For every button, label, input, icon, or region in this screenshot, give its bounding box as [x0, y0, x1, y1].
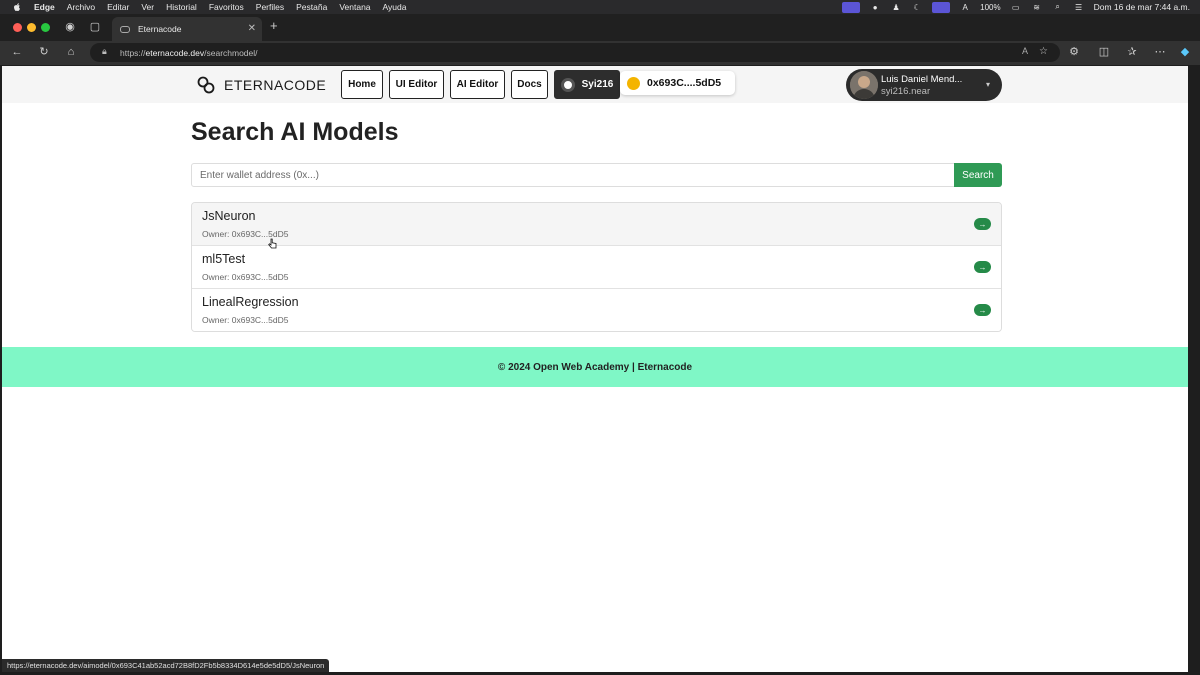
footer-copyright: © 2024 Open Web Academy | Eternacode [497, 361, 693, 373]
menu-ver[interactable]: Ver [141, 2, 154, 12]
avatar-photo-icon [850, 71, 878, 99]
model-name[interactable]: ml5Test [202, 252, 245, 266]
site-footer: © 2024 Open Web Academy | Eternacode [2, 347, 1188, 387]
nav-ai-editor-button[interactable]: AI Editor [450, 70, 505, 99]
url-scheme: https:// [120, 47, 146, 58]
web-page: ETERNACODE Home UI Editor AI Editor Docs… [2, 66, 1188, 672]
clock[interactable]: Dom 16 de mar 7:44 a.m. [1094, 2, 1190, 12]
open-model-arrow-icon[interactable]: → [974, 304, 991, 316]
address-bar[interactable]: 🔒︎ https://eternacode.dev/searchmodel/ A… [90, 43, 1060, 62]
nav-ui-editor-button[interactable]: UI Editor [389, 70, 444, 99]
lock-icon[interactable]: 🔒︎ [102, 46, 107, 57]
brand[interactable]: ETERNACODE [196, 75, 326, 95]
menu-archivo[interactable]: Archivo [67, 2, 95, 12]
open-model-arrow-icon[interactable]: → [974, 218, 991, 230]
model-row-linealregression[interactable]: LinealRegression Owner: 0x693C...5dD5 → [192, 289, 1001, 331]
status-app-icon[interactable]: ● [869, 2, 881, 12]
search-button[interactable]: Search [954, 163, 1002, 187]
model-row-jsneuron[interactable]: JsNeuron Owner: 0x693C...5dD5 → [192, 203, 1001, 246]
open-model-arrow-icon[interactable]: → [974, 261, 991, 273]
window-edge [1188, 66, 1200, 675]
favicon-icon [120, 25, 130, 33]
model-owner: Owner: 0x693C...5dD5 [202, 272, 289, 282]
model-list: JsNeuron Owner: 0x693C...5dD5 → ml5Test … [191, 202, 1002, 332]
browser-tabstrip: ◉ ▢ Eternacode ✕ + [0, 14, 1200, 41]
browser-toolbar: ← ↻ ⌂ 🔒︎ https://eternacode.dev/searchmo… [0, 41, 1200, 65]
wifi-icon[interactable]: ≋ [1031, 2, 1043, 12]
user-status-icon[interactable]: ♟ [890, 2, 902, 12]
menu-ayuda[interactable]: Ayuda [383, 2, 407, 12]
tab-title: Eternacode [138, 24, 182, 34]
user-name: Luis Daniel Mend... [881, 74, 963, 85]
back-icon[interactable]: ← [10, 45, 24, 59]
user-account: syi216.near [881, 86, 931, 97]
url-host: eternacode.dev [145, 47, 205, 58]
battery-icon[interactable]: ▭ [1010, 2, 1022, 12]
url-path: /searchmodel/ [204, 47, 258, 58]
syi-logo-icon [560, 77, 575, 92]
spotlight-search-icon[interactable]: ⌕ [1052, 2, 1064, 12]
menu-perfiles[interactable]: Perfiles [256, 2, 284, 12]
menu-editar[interactable]: Editar [107, 2, 129, 12]
more-options-icon[interactable]: ⋯ [1153, 45, 1167, 59]
model-name[interactable]: JsNeuron [202, 209, 256, 223]
site-header: ETERNACODE Home UI Editor AI Editor Docs… [2, 66, 1188, 103]
wallet-button[interactable]: 0x693C....5dD5 [620, 71, 735, 95]
tab-eternacode[interactable]: Eternacode ✕ [112, 17, 262, 41]
new-tab-icon[interactable]: + [270, 18, 278, 33]
favorites-icon[interactable]: ✰ [1125, 45, 1139, 59]
model-row-ml5test[interactable]: ml5Test Owner: 0x693C...5dD5 → [192, 246, 1001, 289]
pointer-cursor-icon [268, 238, 277, 249]
nav-home-button[interactable]: Home [341, 70, 383, 99]
wallet-search-input[interactable] [191, 163, 955, 187]
macos-menubar: Edge Archivo Editar Ver Historial Favori… [0, 0, 1200, 14]
profile-icon[interactable]: ◉ [63, 20, 77, 34]
link-status-bar: https://eternacode.dev/aimodel/0x693C41a… [2, 659, 330, 672]
minimize-window-button[interactable] [27, 23, 36, 32]
close-window-button[interactable] [13, 23, 22, 32]
wallet-address: 0x693C....5dD5 [647, 77, 722, 89]
nav-docs-button[interactable]: Docs [511, 70, 548, 99]
apple-icon[interactable] [12, 2, 22, 12]
nav-syi-label: Syi216 [581, 79, 614, 90]
tab-actions-icon[interactable]: ▢ [88, 20, 102, 34]
battery-percent: 100% [980, 2, 1001, 12]
menu-historial[interactable]: Historial [166, 2, 197, 12]
moon-icon[interactable]: ☾ [911, 2, 923, 12]
menu-favoritos[interactable]: Favoritos [209, 2, 244, 12]
brand-name: ETERNACODE [224, 77, 327, 93]
copilot-icon[interactable]: ◆ [1178, 45, 1192, 59]
control-center-icon[interactable]: ☰ [1073, 2, 1085, 12]
model-name[interactable]: LinealRegression [202, 295, 299, 309]
menu-edge[interactable]: Edge [34, 2, 55, 12]
favorite-star-icon[interactable]: ☆ [1039, 46, 1048, 57]
user-menu[interactable]: Luis Daniel Mend... syi216.near ▾ [846, 69, 1002, 101]
read-aloud-icon[interactable]: A [1022, 46, 1028, 56]
extensions-icon[interactable]: ⚙ [1067, 45, 1081, 59]
page-title: Search AI Models [191, 118, 399, 146]
avatar [850, 71, 878, 99]
chevron-down-icon[interactable]: ▾ [986, 80, 990, 89]
screen-share-icon[interactable] [842, 1, 861, 13]
input-source-icon[interactable]: A [959, 2, 971, 12]
nav-syi-button[interactable]: Syi216 [554, 70, 620, 99]
infinity-logo-icon [197, 76, 215, 94]
close-tab-icon[interactable]: ✕ [248, 23, 256, 34]
menu-ventana[interactable]: Ventana [339, 2, 370, 12]
maximize-window-button[interactable] [41, 23, 50, 32]
split-screen-icon[interactable]: ◫ [1097, 45, 1111, 59]
status-url: https://eternacode.dev/aimodel/0x693C41a… [7, 661, 325, 670]
reload-icon[interactable]: ↻ [37, 45, 51, 59]
model-owner: Owner: 0x693C...5dD5 [202, 315, 289, 325]
mirror-icon[interactable] [932, 1, 951, 13]
home-icon[interactable]: ⌂ [64, 45, 78, 59]
menu-pestana[interactable]: Pestaña [296, 2, 327, 12]
wallet-coin-icon [627, 76, 640, 90]
